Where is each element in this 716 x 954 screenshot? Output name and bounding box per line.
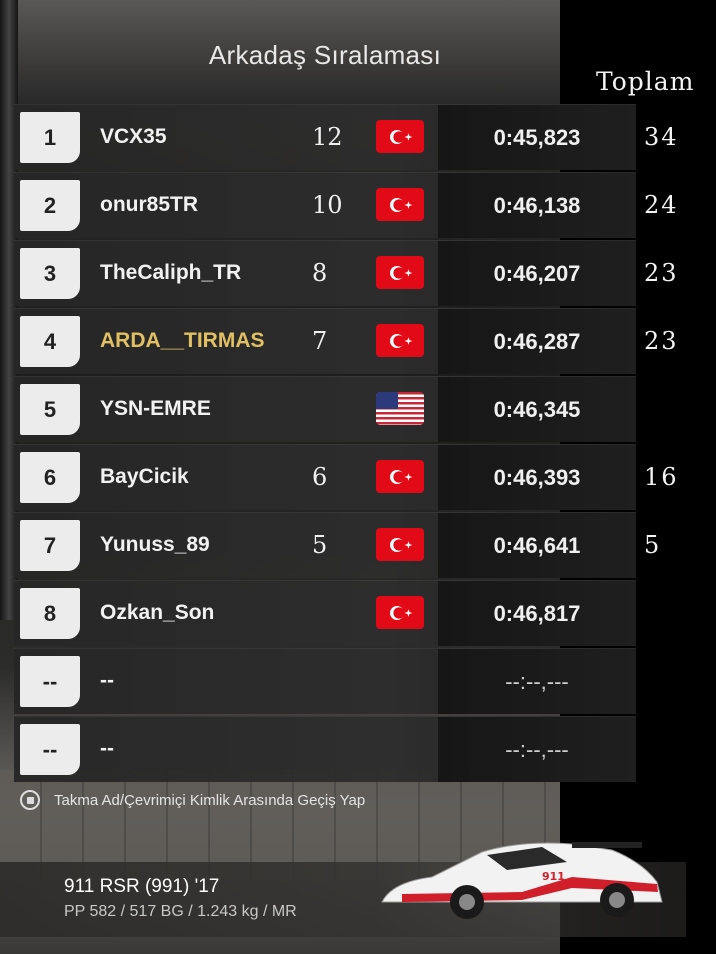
- rank-badge: 6: [20, 452, 80, 503]
- total-annotation: 23: [644, 259, 679, 287]
- page-title: Arkadaş Sıralaması: [208, 40, 442, 70]
- total-annotation: 23: [644, 327, 679, 355]
- lap-time: 0:46,345: [493, 397, 581, 422]
- rank-badge: 1: [20, 112, 80, 163]
- leaderboard-row[interactable]: 3 TheCaliph_TR 8 0:46,207 23: [14, 240, 677, 306]
- crescent-star-icon: [390, 129, 413, 144]
- points-annotation: 8: [312, 259, 328, 287]
- lap-time-cell: 0:46,817: [438, 581, 636, 646]
- crescent-star-icon: [390, 265, 413, 280]
- hint-label: Takma Ad/Çevrimiçi Kimlik Arasında Geçiş…: [54, 791, 366, 809]
- rank-badge: 4: [20, 316, 80, 367]
- points-annotation: 6: [312, 463, 328, 491]
- lap-time: 0:45,823: [493, 125, 581, 150]
- flag-canton: [376, 392, 398, 409]
- race-car-image: 911: [381, 842, 663, 919]
- lap-time: 0:46,287: [493, 329, 581, 354]
- rank-badge: --: [20, 656, 80, 707]
- turkey-flag-icon: [376, 596, 424, 629]
- leaderboard-row[interactable]: 8 Ozkan_Son 0:46,817: [14, 580, 636, 646]
- points-annotation: 5: [312, 531, 328, 559]
- car-number: 911: [542, 870, 565, 883]
- points-annotation: 7: [312, 327, 328, 355]
- player-name: onur85TR: [100, 193, 199, 216]
- leaderboard-row[interactable]: 7 Yunuss_89 5 0:46,641 5: [14, 512, 659, 578]
- game-screen: Arkadaş Sıralaması Toplam 1 VCX35 12 0:45,8…: [0, 0, 716, 954]
- leaderboard-row[interactable]: 4 ARDA__TIRMAS 7 0:46,287 23: [14, 308, 677, 374]
- lap-time-cell: 0:46,393: [438, 445, 636, 510]
- crescent-star-icon: [390, 537, 413, 552]
- points-annotation: 10: [312, 191, 343, 219]
- lap-time-cell: 0:46,207: [438, 241, 636, 306]
- total-annotation: 34: [644, 123, 679, 151]
- total-annotation: 5: [644, 531, 662, 559]
- turkey-flag-icon: [376, 256, 424, 289]
- player-name: --: [100, 737, 114, 760]
- toggle-id-hint[interactable]: Takma Ad/Çevrimiçi Kimlik Arasında Geçiş…: [20, 790, 365, 810]
- lap-time-cell: 0:46,138: [438, 173, 636, 238]
- rank-badge: 7: [20, 520, 80, 571]
- player-name: ARDA__TIRMAS: [100, 329, 265, 352]
- rank-badge: 3: [20, 248, 80, 299]
- lap-time-cell: 0:46,345: [438, 377, 636, 442]
- lap-time-cell: 0:45,823: [438, 105, 636, 170]
- leaderboard-table: 1 VCX35 12 0:45,823 34 2 onur85TR 10 0:46,138 24 3…: [14, 104, 677, 784]
- lap-time: 0:46,207: [493, 261, 581, 286]
- turkey-flag-icon: [376, 324, 424, 357]
- lap-time-cell: 0:46,287: [438, 309, 636, 374]
- crescent-star-icon: [390, 469, 413, 484]
- rank-badge: 2: [20, 180, 80, 231]
- crescent-star-icon: [390, 333, 413, 348]
- lap-time: 0:46,641: [493, 533, 581, 558]
- total-annotation: 24: [644, 191, 679, 219]
- lap-time-cell: --:--,---: [438, 717, 636, 782]
- leaderboard-row[interactable]: 1 VCX35 12 0:45,823 34: [14, 104, 677, 170]
- lap-time: --:--,---: [505, 669, 569, 694]
- rank-badge: --: [20, 724, 80, 775]
- total-annotation: 16: [644, 463, 679, 491]
- turkey-flag-icon: [376, 528, 424, 561]
- car-specs: PP 582 / 517 BG / 1.243 kg / MR: [64, 903, 297, 920]
- turkey-flag-icon: [376, 188, 424, 221]
- player-name: BayCicik: [100, 465, 189, 488]
- player-name: YSN-EMRE: [100, 397, 211, 420]
- player-name: Yunuss_89: [100, 533, 210, 556]
- points-annotation: 12: [312, 123, 343, 151]
- player-name: Ozkan_Son: [100, 601, 215, 624]
- leaderboard-row[interactable]: 2 onur85TR 10 0:46,138 24: [14, 172, 677, 238]
- car-name: 911 RSR (991) '17: [64, 876, 220, 897]
- crescent-star-icon: [390, 605, 413, 620]
- lap-time: --:--,---: [505, 737, 569, 762]
- leaderboard-row[interactable]: 6 BayCicik 6 0:46,393 16: [14, 444, 677, 510]
- player-name: --: [100, 669, 114, 692]
- lap-time-cell: 0:46,641: [438, 513, 636, 578]
- lap-time-cell: --:--,---: [438, 649, 636, 714]
- leaderboard-row[interactable]: 5 YSN-EMRE 0:46,345: [14, 376, 636, 442]
- player-name: TheCaliph_TR: [100, 261, 242, 284]
- crescent-star-icon: [390, 197, 413, 212]
- rank-badge: 5: [20, 384, 80, 435]
- rank-badge: 8: [20, 588, 80, 639]
- total-column-annotation: Toplam: [596, 67, 695, 96]
- leaderboard-row[interactable]: -- -- --:--,---: [14, 716, 636, 782]
- lap-time: 0:46,817: [493, 601, 581, 626]
- player-name: VCX35: [100, 125, 167, 148]
- turkey-flag-icon: [376, 460, 424, 493]
- turkey-flag-icon: [376, 120, 424, 153]
- leaderboard-row[interactable]: -- -- --:--,---: [14, 648, 636, 714]
- lap-time: 0:46,138: [493, 193, 581, 218]
- square-button-icon: [20, 790, 40, 810]
- usa-flag-icon: [376, 392, 424, 425]
- lap-time: 0:46,393: [493, 465, 581, 490]
